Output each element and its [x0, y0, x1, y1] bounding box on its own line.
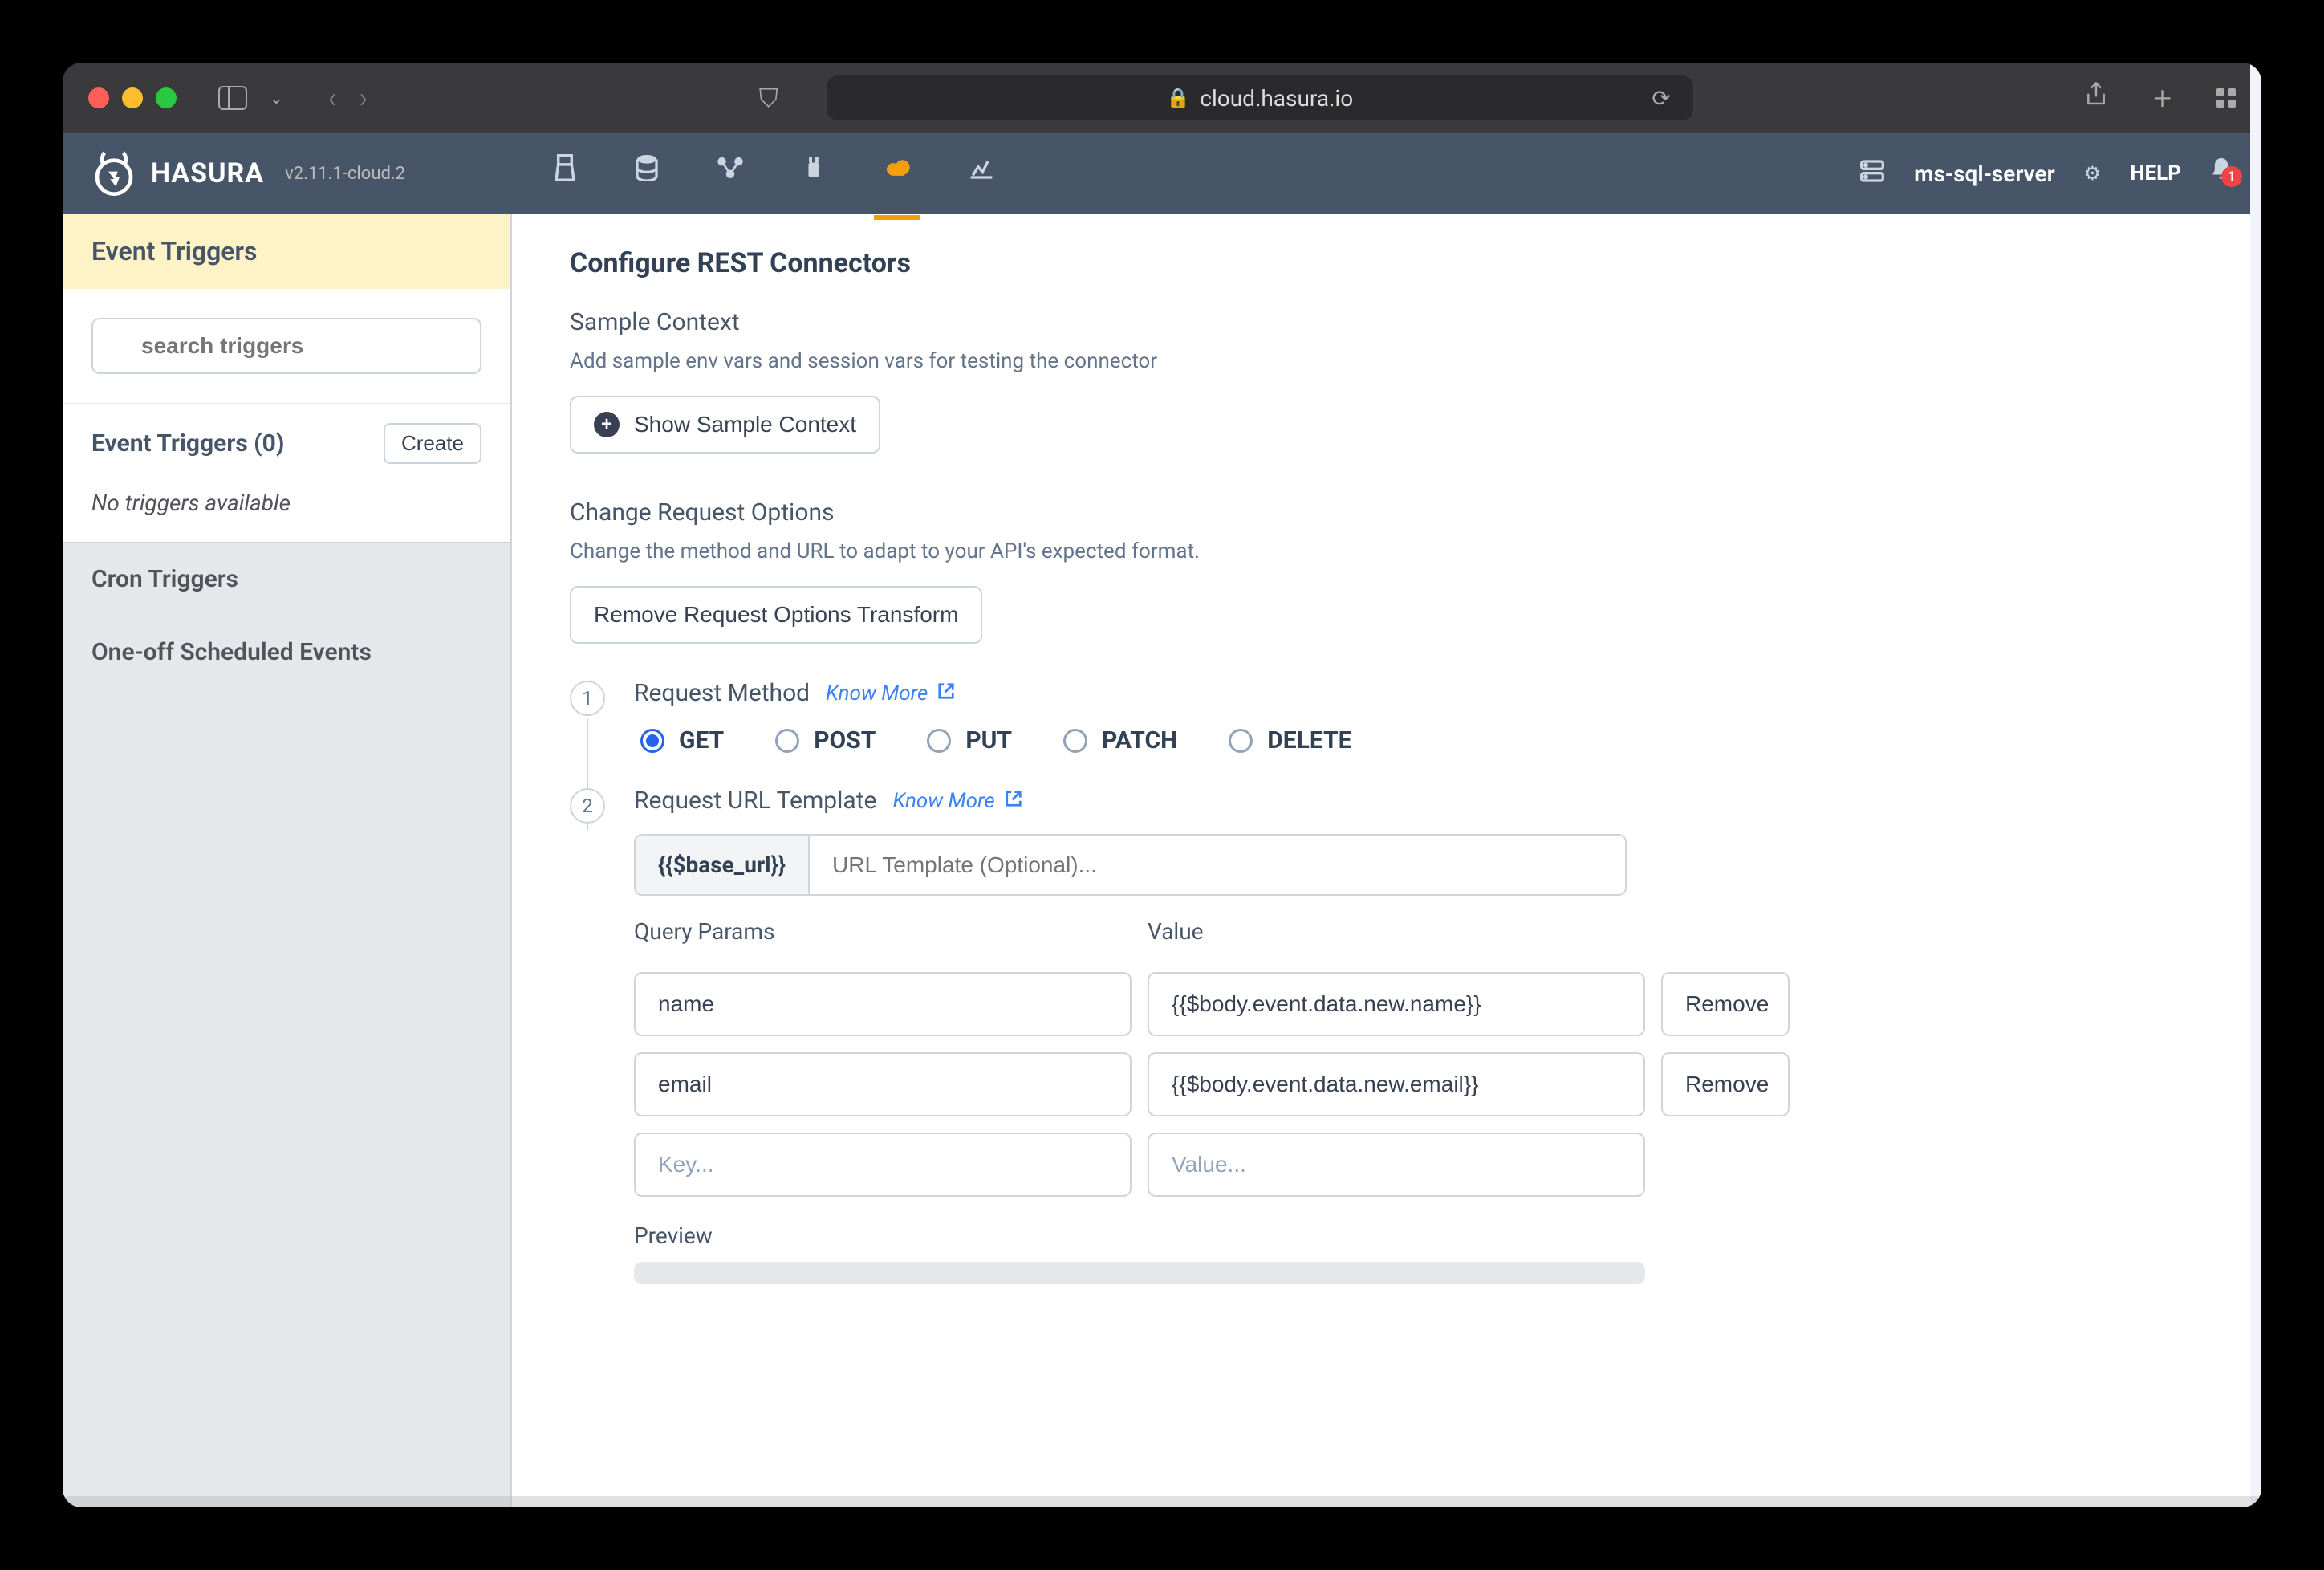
- preview-placeholder: [634, 1262, 1645, 1284]
- database-icon: [1859, 159, 1885, 189]
- show-sample-context-button[interactable]: + Show Sample Context: [570, 396, 880, 454]
- change-request-desc: Change the method and URL to adapt to yo…: [570, 539, 2204, 563]
- radio-icon: [775, 729, 799, 753]
- preview-label: Preview: [634, 1222, 2204, 1249]
- app-body: Event Triggers Event Triggers (0) Create…: [63, 214, 2261, 1507]
- nav-events-icon[interactable]: [884, 156, 911, 191]
- radio-icon: [1063, 729, 1087, 753]
- triggers-count-label: Event Triggers (0): [91, 429, 284, 458]
- plus-circle-icon: +: [594, 412, 620, 437]
- privacy-shield-icon[interactable]: ⛉: [759, 83, 778, 114]
- radio-delete[interactable]: DELETE: [1229, 726, 1351, 754]
- browser-chrome: ⌄ ‹ › ⛉ 🔒 cloud.hasura.io ⟳ +: [63, 63, 2261, 133]
- refresh-icon[interactable]: ⟳: [1652, 85, 1670, 112]
- vertical-scrollbar[interactable]: [2250, 214, 2261, 1507]
- request-url-know-more-link[interactable]: Know More: [892, 789, 1022, 813]
- sample-context-desc: Add sample env vars and session vars for…: [570, 349, 2204, 373]
- value-header: Value: [1148, 918, 1645, 945]
- nav-remote-schemas-icon[interactable]: [802, 154, 826, 193]
- request-method-radio-group: GET POST PUT PATCH: [640, 726, 2204, 754]
- query-param-key-input-empty[interactable]: [634, 1133, 1132, 1197]
- chevron-down-icon[interactable]: ⌄: [270, 88, 283, 108]
- request-method-label: Request Method: [634, 679, 810, 707]
- request-url-template-label: Request URL Template: [634, 787, 876, 815]
- remove-param-button[interactable]: Remove: [1661, 972, 1790, 1036]
- sample-context-heading: Sample Context: [570, 308, 2204, 336]
- radio-icon: [640, 729, 664, 753]
- show-sample-context-label: Show Sample Context: [634, 412, 856, 437]
- sidebar-tab-one-off-events[interactable]: One-off Scheduled Events: [63, 616, 510, 689]
- hasura-logo[interactable]: HASURA v2.11.1-cloud.2: [91, 151, 405, 196]
- external-link-icon: [1005, 790, 1022, 812]
- sidebar-tab-cron-triggers[interactable]: Cron Triggers: [63, 543, 510, 616]
- radio-icon: [1229, 729, 1253, 753]
- window-maximize-button[interactable]: [156, 87, 177, 108]
- query-param-key-input[interactable]: [634, 1052, 1132, 1116]
- radio-post[interactable]: POST: [775, 726, 876, 754]
- lock-icon: 🔒: [1166, 87, 1190, 109]
- query-params-header: Query Params: [634, 918, 1132, 945]
- search-triggers-input[interactable]: [91, 318, 481, 374]
- create-trigger-button[interactable]: Create: [384, 423, 481, 464]
- notifications-button[interactable]: 1: [2210, 158, 2233, 189]
- help-link[interactable]: HELP: [2130, 161, 2181, 185]
- hasura-logo-icon: [91, 151, 136, 196]
- nav-icons: [553, 153, 994, 193]
- nav-monitoring-icon[interactable]: [969, 156, 994, 191]
- query-param-key-input[interactable]: [634, 972, 1132, 1036]
- query-param-value-input-empty[interactable]: [1148, 1133, 1645, 1197]
- sidebar-toggle-icon[interactable]: [218, 86, 247, 110]
- database-name[interactable]: ms-sql-server: [1914, 161, 2055, 187]
- radio-icon: [927, 729, 951, 753]
- sidebar: Event Triggers Event Triggers (0) Create…: [63, 214, 512, 1507]
- tab-overview-icon[interactable]: [2216, 88, 2236, 108]
- request-method-know-more-link[interactable]: Know More: [826, 681, 955, 706]
- notification-badge: 1: [2221, 166, 2242, 187]
- nav-actions-icon[interactable]: [717, 156, 744, 191]
- change-request-heading: Change Request Options: [570, 498, 2204, 527]
- horizontal-scrollbar[interactable]: [63, 1496, 2261, 1507]
- version-text: v2.11.1-cloud.2: [285, 164, 405, 184]
- remove-param-button[interactable]: Remove: [1661, 1052, 1790, 1116]
- traffic-lights: [88, 87, 177, 108]
- url-bar[interactable]: 🔒 cloud.hasura.io ⟳: [827, 75, 1693, 120]
- query-param-value-input[interactable]: [1148, 972, 1645, 1036]
- browser-window: ⌄ ‹ › ⛉ 🔒 cloud.hasura.io ⟳ +: [63, 63, 2261, 1507]
- url-template-input[interactable]: [808, 834, 1627, 896]
- nav-data-icon[interactable]: [635, 155, 659, 192]
- radio-patch[interactable]: PATCH: [1063, 726, 1177, 754]
- nav-forward-button[interactable]: ›: [360, 81, 368, 115]
- nav-api-icon[interactable]: [553, 153, 577, 193]
- url-text: cloud.hasura.io: [1200, 85, 1353, 112]
- share-icon[interactable]: [2084, 81, 2108, 115]
- brand-name: HASURA: [151, 157, 264, 189]
- no-triggers-message: No triggers available: [63, 483, 510, 543]
- window-close-button[interactable]: [88, 87, 109, 108]
- settings-icon[interactable]: ⚙: [2084, 162, 2102, 185]
- main-content: Configure REST Connectors Sample Context…: [512, 214, 2261, 1507]
- radio-put[interactable]: PUT: [927, 726, 1012, 754]
- step-1-indicator: 1: [570, 681, 605, 716]
- query-param-value-input[interactable]: [1148, 1052, 1645, 1116]
- radio-get[interactable]: GET: [640, 726, 724, 754]
- page-title: Configure REST Connectors: [570, 247, 2204, 279]
- new-tab-button[interactable]: +: [2153, 79, 2172, 117]
- url-template-prefix: {{$base_url}}: [634, 834, 808, 896]
- window-minimize-button[interactable]: [122, 87, 143, 108]
- sidebar-tab-event-triggers[interactable]: Event Triggers: [63, 214, 510, 289]
- nav-back-button[interactable]: ‹: [328, 81, 337, 115]
- step-2-indicator: 2: [570, 788, 605, 824]
- external-link-icon: [937, 682, 955, 705]
- app-header: HASURA v2.11.1-cloud.2: [63, 133, 2261, 214]
- remove-request-transform-button[interactable]: Remove Request Options Transform: [570, 586, 982, 644]
